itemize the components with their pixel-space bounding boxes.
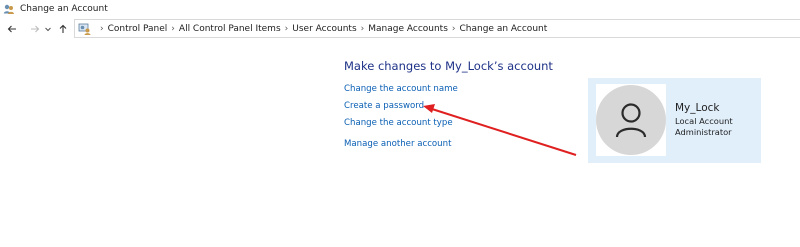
breadcrumb-control-panel[interactable]: Control Panel: [108, 24, 168, 34]
breadcrumb-separator: ›: [360, 23, 365, 34]
breadcrumb-separator: ›: [171, 23, 175, 34]
up-arrow-icon[interactable]: [55, 21, 71, 37]
change-account-type-link[interactable]: Change the account type: [344, 118, 453, 128]
account-role: Administrator: [675, 127, 732, 137]
breadcrumb-all-items[interactable]: All Control Panel Items: [179, 24, 281, 34]
create-password-link[interactable]: Create a password: [344, 101, 424, 111]
account-type: Local Account: [675, 116, 733, 126]
navigation-bar: › Control Panel › All Control Panel Item…: [0, 19, 800, 39]
title-bar: Change an Account: [0, 0, 800, 17]
account-name: My_Lock: [675, 102, 720, 114]
back-arrow-icon[interactable]: [4, 21, 20, 37]
account-info-panel: My_Lock Local Account Administrator: [588, 78, 761, 163]
control-panel-icon: [78, 22, 92, 36]
user-accounts-icon: [3, 3, 15, 15]
page-heading: Make changes to My_Lock’s account: [344, 59, 553, 73]
window-title: Change an Account: [20, 3, 108, 14]
avatar: [596, 84, 666, 156]
user-avatar-icon: [596, 85, 666, 155]
breadcrumb-separator: ›: [451, 23, 456, 34]
breadcrumb-user-accounts[interactable]: User Accounts: [292, 24, 356, 34]
change-account-name-link[interactable]: Change the account name: [344, 84, 458, 94]
breadcrumb-separator: ›: [284, 23, 289, 34]
forward-arrow-icon[interactable]: [27, 21, 43, 37]
breadcrumb-manage-accounts[interactable]: Manage Accounts: [368, 24, 448, 34]
change-account-window: Change an Account › Control Panel › All …: [0, 0, 800, 247]
manage-another-account-link[interactable]: Manage another account: [344, 139, 451, 149]
breadcrumb-change-account[interactable]: Change an Account: [460, 24, 548, 34]
address-bar[interactable]: › Control Panel › All Control Panel Item…: [74, 19, 800, 38]
chevron-down-icon[interactable]: [43, 21, 53, 37]
breadcrumb-separator: ›: [100, 23, 104, 34]
